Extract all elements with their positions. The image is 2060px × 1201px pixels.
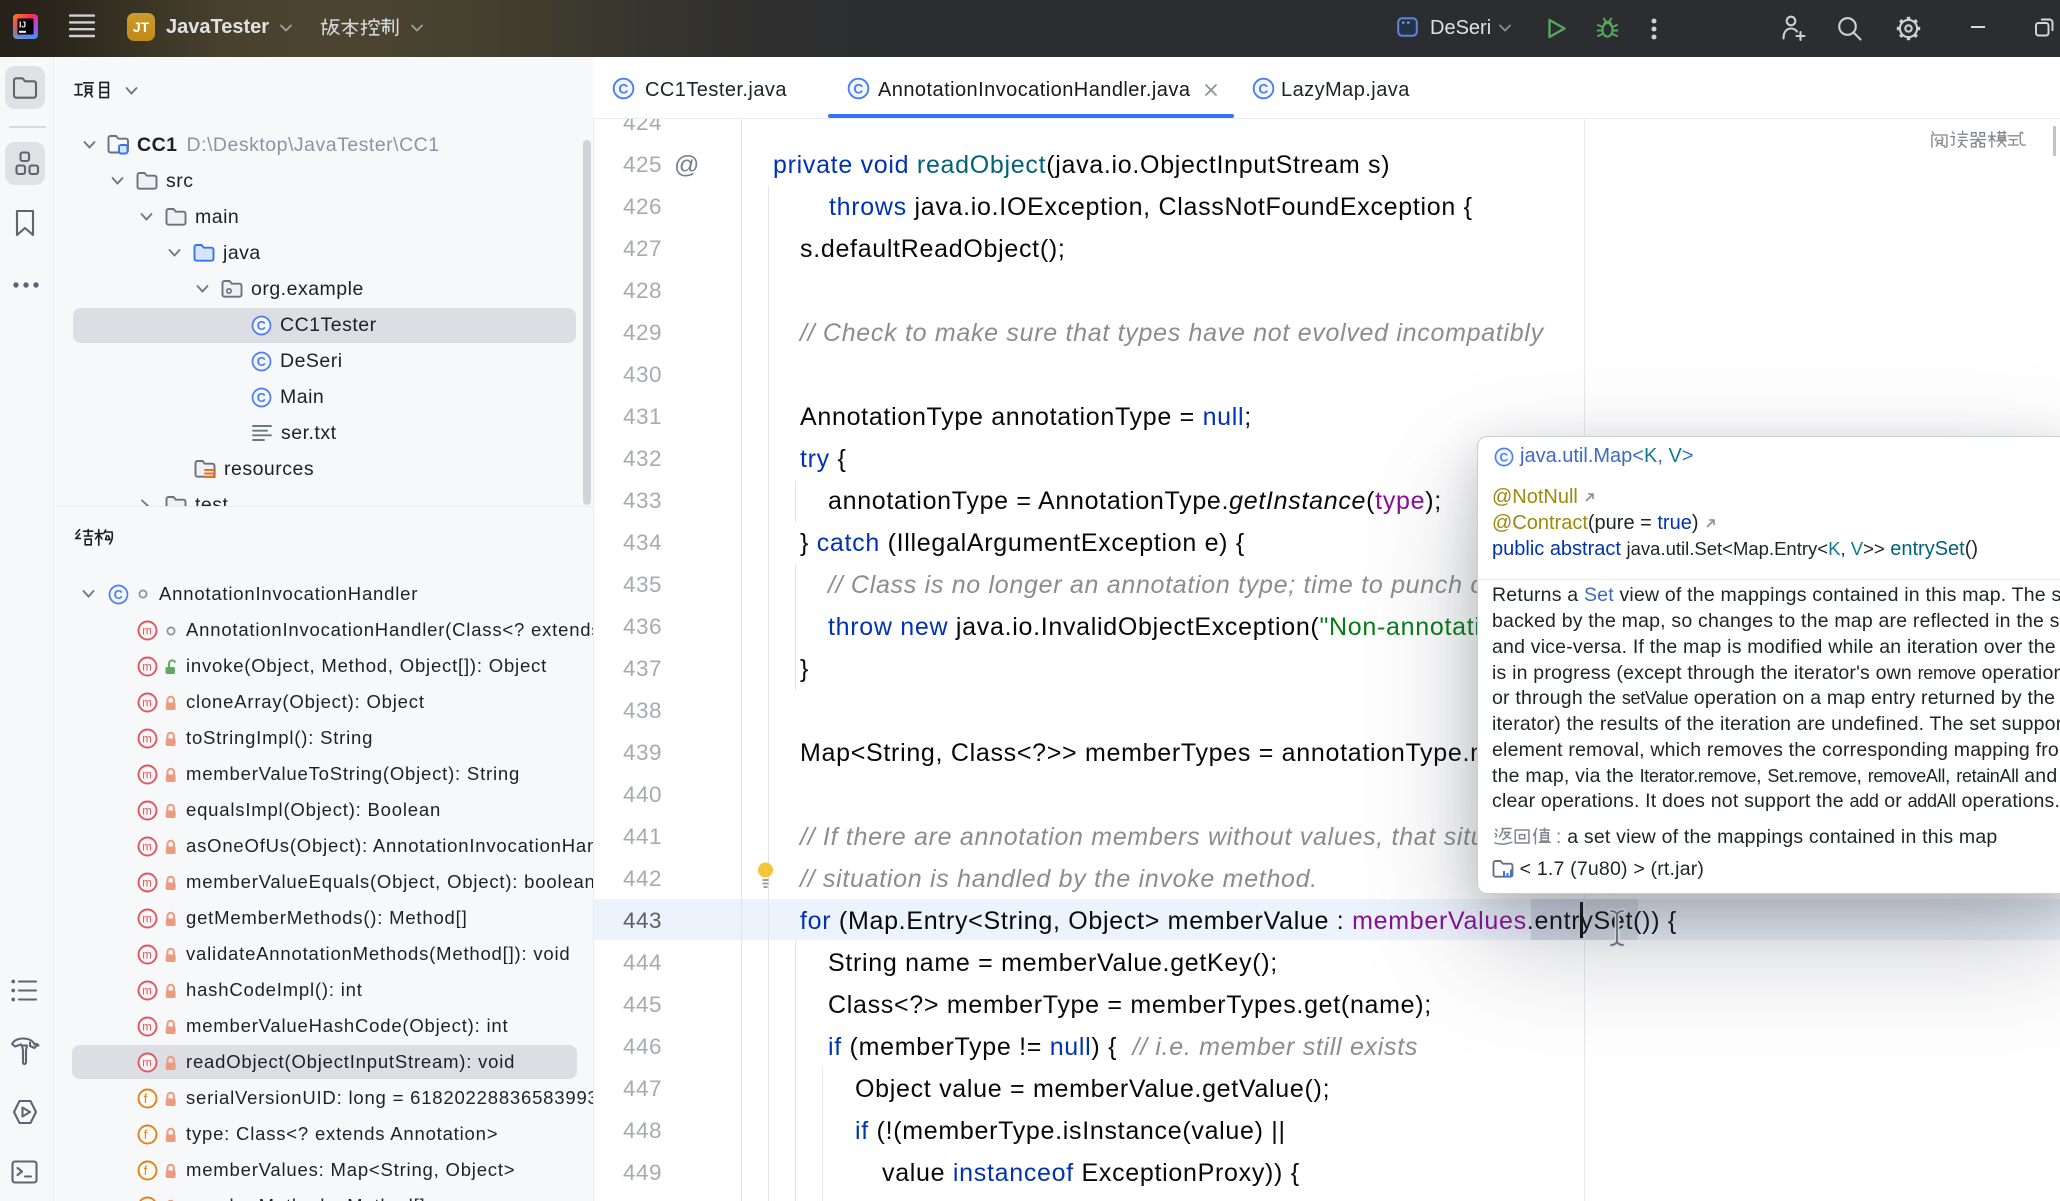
svg-text:C: C	[618, 81, 628, 96]
svg-text:C: C	[1258, 81, 1268, 96]
svg-text:C: C	[1500, 450, 1509, 464]
svg-text:C: C	[853, 81, 863, 96]
svg-text:IJ: IJ	[19, 20, 26, 30]
